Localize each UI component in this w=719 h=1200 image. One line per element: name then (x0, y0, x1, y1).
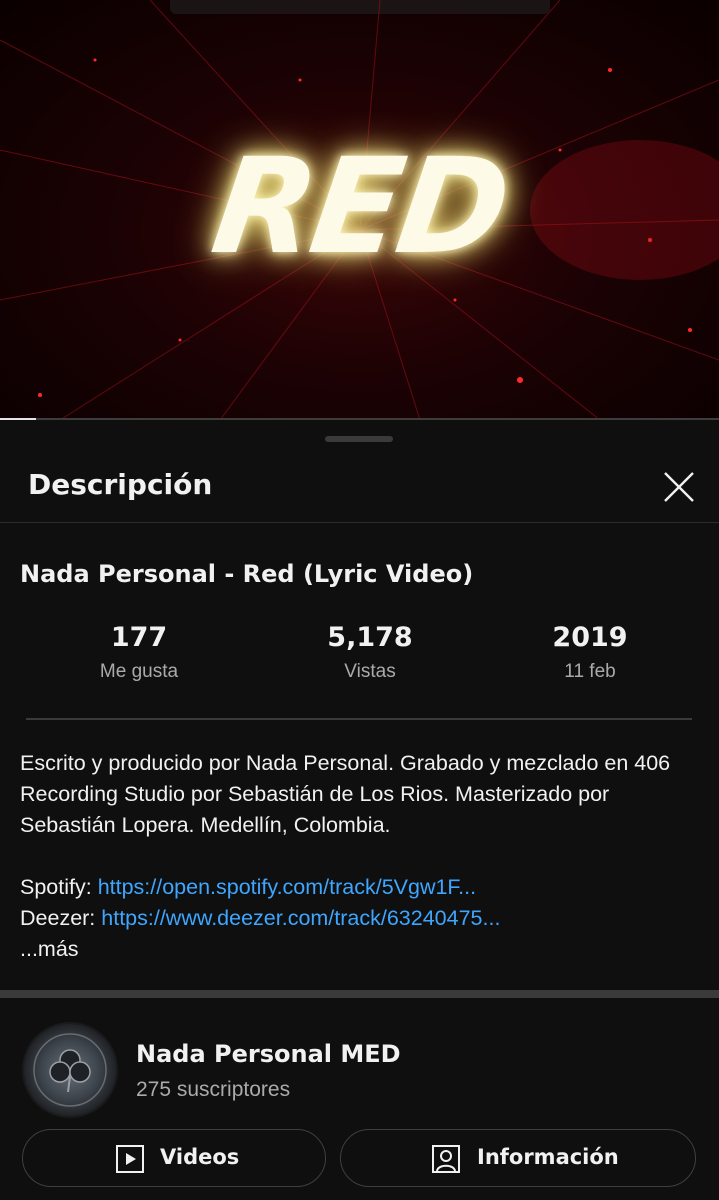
progress-bar[interactable] (0, 418, 719, 420)
channel-avatar[interactable] (22, 1022, 118, 1118)
description-sheet: Descripción Nada Personal - Red (Lyric V… (0, 422, 719, 1200)
views-count: 5,178 (327, 622, 413, 653)
views-stat: 5,178 Vistas (270, 622, 470, 683)
description-body: Escrito y producido por Nada Personal. G… (20, 748, 710, 965)
clover-icon (33, 1033, 107, 1107)
publish-date: 11 feb (564, 661, 616, 682)
subscriber-count: 275 suscriptores (136, 1078, 291, 1101)
info-label: Información (477, 1145, 619, 1169)
description-text: Escrito y producido por Nada Personal. G… (20, 751, 671, 837)
likes-label: Me gusta (99, 661, 179, 682)
date-stat: 2019 11 feb (490, 622, 690, 683)
spotify-label: Spotify: (20, 875, 98, 899)
show-more-button[interactable]: ...más (20, 934, 710, 965)
views-label: Vistas (344, 661, 396, 682)
publish-year: 2019 (552, 622, 628, 653)
play-square-icon (116, 1145, 144, 1173)
video-player[interactable]: RED (0, 0, 719, 420)
sheet-title: Descripción (28, 468, 213, 501)
likes-count: 177 (110, 622, 168, 653)
close-button[interactable] (652, 460, 706, 514)
deezer-line: Deezer: https://www.deezer.com/track/632… (20, 903, 710, 934)
deezer-label: Deezer: (20, 906, 102, 930)
sheet-header: Descripción (0, 452, 719, 523)
info-button[interactable]: Información (340, 1129, 696, 1187)
stats-row: 177 Me gusta 5,178 Vistas 2019 11 feb (0, 622, 719, 702)
section-separator (0, 990, 719, 998)
progress-fill (0, 418, 36, 420)
videos-button[interactable]: Videos (22, 1129, 326, 1187)
divider (26, 718, 692, 720)
drag-handle[interactable] (325, 436, 393, 442)
spotify-link[interactable]: https://open.spotify.com/track/5Vgw1F... (98, 875, 476, 899)
deezer-link[interactable]: https://www.deezer.com/track/63240475... (101, 906, 500, 930)
spotify-line: Spotify: https://open.spotify.com/track/… (20, 872, 710, 903)
channel-row[interactable]: Nada Personal MED 275 suscriptores (0, 1018, 719, 1118)
likes-stat: 177 Me gusta (39, 622, 239, 683)
videos-label: Videos (160, 1145, 240, 1169)
person-card-icon (432, 1145, 460, 1173)
video-name: Nada Personal - Red (Lyric Video) (20, 560, 474, 588)
channel-name[interactable]: Nada Personal MED (136, 1040, 401, 1068)
close-icon (664, 472, 694, 502)
video-title-art: RED (203, 130, 516, 284)
